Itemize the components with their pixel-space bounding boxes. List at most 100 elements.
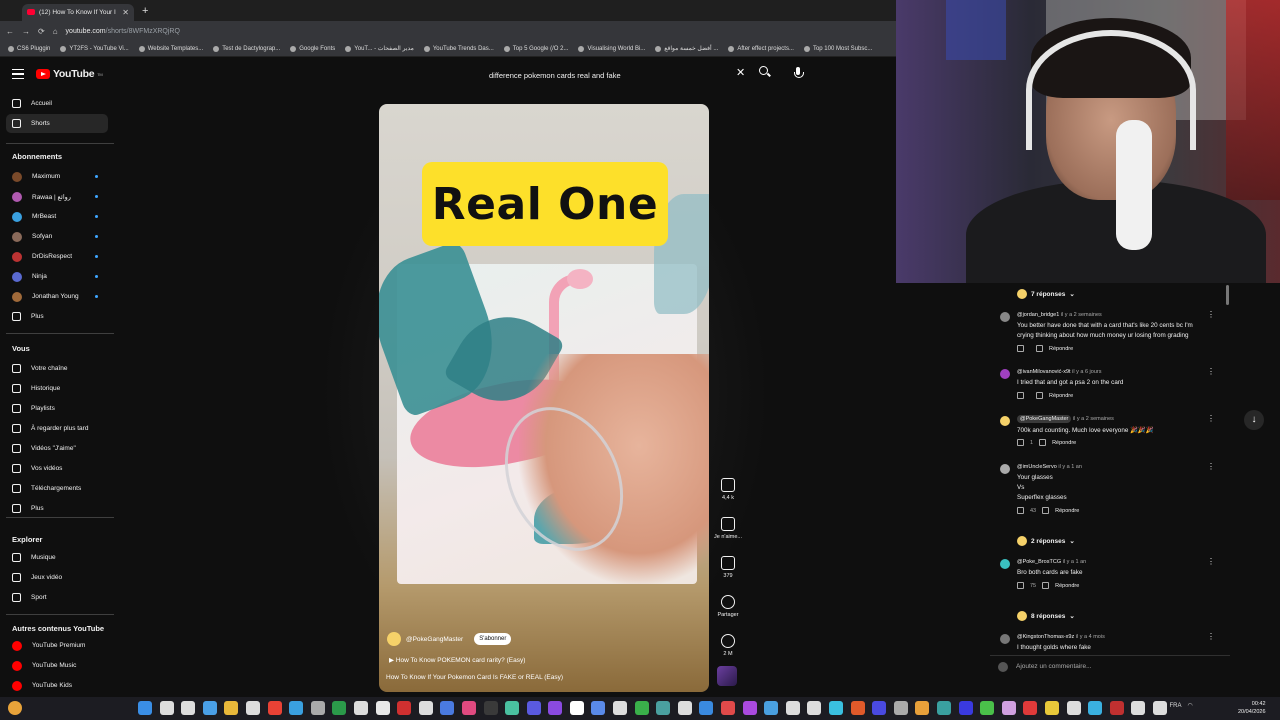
thumbs-down-icon[interactable]: [1042, 582, 1050, 589]
taskbar-app-icon[interactable]: [613, 701, 628, 715]
sidebar-item-0[interactable]: Accueil: [6, 94, 108, 113]
taskbar-app-icon[interactable]: [440, 701, 455, 715]
comment-author[interactable]: @ivanMilovanović-x9t il y a 6 jours: [1017, 369, 1101, 375]
bookmark-item[interactable]: CS6 Pluggin: [8, 45, 50, 52]
taskbar-app-icon[interactable]: [1131, 701, 1146, 715]
thumbs-up-icon[interactable]: [1017, 507, 1024, 514]
commenter-avatar[interactable]: [1000, 369, 1010, 379]
channel-avatar[interactable]: [387, 632, 401, 646]
remix-button[interactable]: 2 M: [714, 634, 742, 657]
bookmark-item[interactable]: YT2FS - YouTube Vi...: [60, 45, 129, 52]
taskbar-app-icon[interactable]: [850, 701, 865, 715]
you-item[interactable]: Plus: [6, 499, 108, 518]
reply-button[interactable]: Répondre: [1055, 508, 1079, 514]
taskbar-app-icon[interactable]: [958, 701, 973, 715]
taskbar-app-icon[interactable]: [505, 701, 520, 715]
comments-scrollbar[interactable]: [1226, 285, 1229, 305]
linked-video[interactable]: ▶ How To Know POKEMON card rarity? (Easy…: [389, 656, 525, 664]
taskbar-app-icon[interactable]: [677, 701, 692, 715]
browser-tab[interactable]: (12) How To Know If Your I ✕: [22, 3, 134, 21]
taskbar-app-icon[interactable]: [397, 701, 412, 715]
back-icon[interactable]: ←: [6, 27, 14, 36]
you-item[interactable]: À regarder plus tard: [6, 419, 108, 438]
comment-menu-icon[interactable]: ⋮: [1207, 311, 1215, 319]
taskbar-app-icon[interactable]: [699, 701, 714, 715]
weather-icon[interactable]: [8, 701, 22, 715]
bookmark-item[interactable]: Test de Dactylograp...: [213, 45, 280, 52]
taskbar-app-icon[interactable]: [289, 701, 304, 715]
subscription-item[interactable]: Maximum: [6, 167, 108, 186]
taskbar-app-icon[interactable]: [332, 701, 347, 715]
subscribe-button[interactable]: S'abonner: [474, 633, 512, 645]
thumbs-down-icon[interactable]: [1039, 439, 1047, 446]
you-item[interactable]: Vos vidéos: [6, 459, 108, 478]
taskbar-app-icon[interactable]: [353, 701, 368, 715]
taskbar-app-icon[interactable]: [138, 701, 152, 715]
bookmark-item[interactable]: Google Fonts: [290, 45, 335, 52]
taskbar-app-icon[interactable]: [483, 701, 498, 715]
commenter-avatar[interactable]: [1000, 559, 1010, 569]
bookmark-item[interactable]: أفضل خمسة مواقع ...: [655, 45, 718, 52]
taskbar-app-icon[interactable]: [548, 701, 563, 715]
you-item[interactable]: Téléchargements: [6, 479, 108, 498]
commenter-avatar[interactable]: [1000, 464, 1010, 474]
reply-button[interactable]: Répondre: [1049, 346, 1073, 352]
other-product-item[interactable]: YouTube Premium: [6, 636, 108, 655]
taskbar-app-icon[interactable]: [202, 701, 217, 715]
forward-icon[interactable]: →: [22, 27, 30, 36]
bookmark-item[interactable]: Top 5 Google (/O 2...: [503, 45, 568, 52]
comment-author[interactable]: @jordan_bridge1 il y a 2 semaines: [1017, 312, 1102, 318]
bookmark-item[interactable]: After effect projects...: [728, 45, 794, 52]
channel-name[interactable]: @PokeGangMaster: [406, 636, 463, 643]
comment-menu-icon[interactable]: ⋮: [1207, 463, 1215, 471]
you-item[interactable]: Playlists: [6, 399, 108, 418]
taskbar-app-icon[interactable]: [1001, 701, 1016, 715]
thumbs-down-icon[interactable]: [1036, 345, 1043, 352]
taskbar-app-icon[interactable]: [829, 701, 843, 715]
reply-button[interactable]: Répondre: [1049, 393, 1073, 399]
home-icon[interactable]: ⌂: [53, 27, 58, 36]
language-indicator[interactable]: FRA: [1170, 703, 1182, 709]
new-tab-icon[interactable]: +: [142, 5, 148, 17]
menu-icon[interactable]: [12, 69, 24, 79]
thumbs-down-icon[interactable]: [1042, 507, 1050, 514]
explore-item[interactable]: Jeux vidéo: [6, 568, 108, 587]
subscription-item[interactable]: Rawaa | روائع: [6, 187, 108, 206]
taskbar-app-icon[interactable]: [224, 701, 239, 715]
taskbar-app-icon[interactable]: [807, 701, 822, 715]
taskbar-app-icon[interactable]: [872, 701, 887, 715]
comment-menu-icon[interactable]: ⋮: [1207, 368, 1215, 376]
taskbar-app-icon[interactable]: [591, 701, 606, 715]
other-product-item[interactable]: YouTube Music: [6, 656, 108, 675]
you-item[interactable]: Vidéos "J'aime": [6, 439, 108, 458]
taskbar-app-icon[interactable]: [721, 701, 736, 715]
taskbar-app-icon[interactable]: [764, 701, 779, 715]
wifi-icon[interactable]: ◠: [1188, 702, 1193, 709]
comments-button[interactable]: 379: [714, 556, 742, 579]
taskbar-app-icon[interactable]: [159, 701, 174, 715]
comment-author[interactable]: @KingstonThomas-x9z il y a 4 mois: [1017, 634, 1105, 640]
bookmark-item[interactable]: YouT... - مدير الصفحات: [345, 45, 414, 52]
subscriptions-heading[interactable]: Abonnements: [12, 152, 62, 161]
taskbar-app-icon[interactable]: [461, 701, 476, 715]
add-comment-field[interactable]: Ajoutez un commentaire...: [990, 655, 1230, 677]
comment-menu-icon[interactable]: ⋮: [1207, 415, 1215, 423]
taskbar-app-icon[interactable]: [893, 701, 908, 715]
comment-menu-icon[interactable]: ⋮: [1207, 558, 1215, 566]
taskbar-app-icon[interactable]: [267, 701, 282, 715]
taskbar-app-icon[interactable]: [936, 701, 951, 715]
replies-toggle[interactable]: 2 réponses ⌄: [1017, 536, 1075, 546]
subscription-item[interactable]: Ninja: [6, 267, 108, 286]
taskbar-app-icon[interactable]: [310, 701, 325, 715]
thumbs-up-icon[interactable]: [1017, 392, 1024, 399]
youtube-logo[interactable]: YouTube TM: [36, 68, 103, 80]
comment-menu-icon[interactable]: ⋮: [1207, 633, 1215, 641]
taskbar-app-icon[interactable]: [181, 701, 196, 715]
reply-button[interactable]: Répondre: [1052, 440, 1076, 446]
reload-icon[interactable]: ⟳: [38, 27, 45, 36]
you-item[interactable]: Votre chaîne: [6, 359, 108, 378]
url-field[interactable]: youtube.com/shorts/8WFMzXRQjRQ: [66, 28, 180, 35]
commenter-avatar[interactable]: [1000, 416, 1010, 426]
commenter-avatar[interactable]: [1000, 312, 1010, 322]
comment-author[interactable]: @PokeGangMaster il y a 2 semaines: [1017, 415, 1114, 423]
